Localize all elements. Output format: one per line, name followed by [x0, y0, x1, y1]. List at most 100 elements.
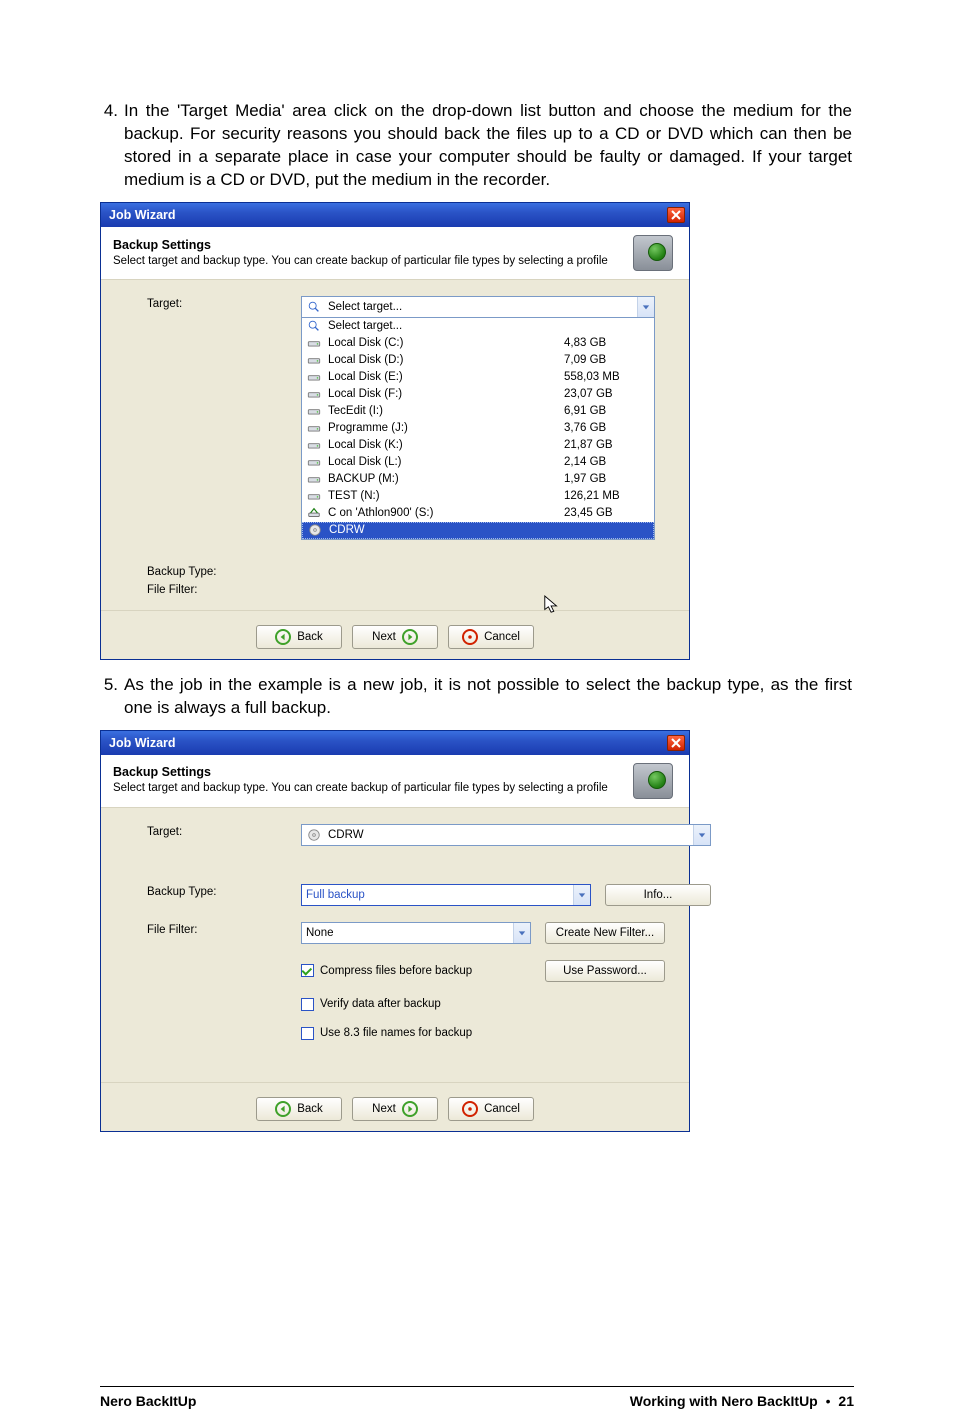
option-size: 7,09 GB [564, 354, 646, 366]
option-size: 2,14 GB [564, 456, 646, 468]
compress-label: Compress files before backup [320, 965, 472, 977]
backup-type-selected: Full backup [306, 889, 567, 901]
step-text: As the job in the example is a new job, … [124, 674, 854, 720]
drive-icon [306, 488, 322, 504]
option-name: Local Disk (D:) [328, 354, 558, 366]
target-option[interactable]: Local Disk (L:)2,14 GB [302, 454, 654, 471]
create-new-filter-button[interactable]: Create New Filter... [545, 922, 665, 944]
window-title: Job Wizard [109, 208, 176, 222]
step-text: In the 'Target Media' area click on the … [124, 100, 854, 192]
drive-icon [306, 403, 322, 419]
cd-icon [306, 827, 322, 843]
titlebar: Job Wizard [101, 731, 689, 755]
step-number: 4. [100, 100, 124, 121]
info-button[interactable]: Info... [605, 884, 711, 906]
arrow-right-icon [402, 1101, 418, 1117]
drive-icon [306, 471, 322, 487]
safe-icon [625, 761, 681, 801]
cancel-button[interactable]: Cancel [448, 1097, 534, 1121]
search-icon [306, 318, 322, 334]
stop-icon [462, 1101, 478, 1117]
drive-icon [306, 369, 322, 385]
file-filter-selected: None [306, 927, 507, 939]
target-option[interactable]: Select target... [302, 318, 654, 335]
target-option[interactable]: C on 'Athlon900' (S:) 23,45 GB [302, 505, 654, 522]
label-target: Target: [147, 824, 277, 846]
close-button[interactable] [667, 735, 685, 751]
banner-title: Backup Settings [113, 238, 625, 252]
back-button[interactable]: Back [256, 625, 342, 649]
file-filter-dropdown[interactable]: None [301, 922, 531, 944]
option-size: 23,07 GB [564, 388, 646, 400]
option-size: 126,21 MB [564, 490, 646, 502]
drive-icon [306, 335, 322, 351]
drive-icon [306, 420, 322, 436]
drive-icon [306, 386, 322, 402]
target-option[interactable]: Programme (J:) 3,76 GB [302, 420, 654, 437]
job-wizard-1: Job Wizard Backup Settings Select target… [100, 202, 690, 660]
names83-label: Use 8.3 file names for backup [320, 1027, 472, 1039]
chevron-down-icon[interactable] [513, 923, 530, 943]
option-size: 6,91 GB [564, 405, 646, 417]
next-button[interactable]: Next [352, 625, 438, 649]
step-4: 4. In the 'Target Media' area click on t… [100, 100, 854, 192]
arrow-left-icon [275, 1101, 291, 1117]
target-option[interactable]: Local Disk (K:)21,87 GB [302, 437, 654, 454]
label-backup-type: Backup Type: [147, 564, 277, 578]
button-row: Back Next Cancel [101, 1082, 689, 1131]
cancel-label: Cancel [484, 631, 520, 643]
stop-icon [462, 629, 478, 645]
names83-checkbox[interactable] [301, 1027, 314, 1040]
button-row: Back Next Cancel [101, 610, 689, 659]
option-name: TEST (N:) [328, 490, 558, 502]
next-label: Next [372, 1103, 396, 1115]
option-name: C on 'Athlon900' (S:) [328, 507, 558, 519]
target-option[interactable]: TEST (N:) 126,21 MB [302, 488, 654, 505]
titlebar: Job Wizard [101, 203, 689, 227]
option-size: 4,83 GB [564, 337, 646, 349]
option-name: CDRW [329, 524, 557, 536]
target-option[interactable]: BACKUP (M:)1,97 GB [302, 471, 654, 488]
label-file-filter: File Filter: [147, 582, 277, 596]
label-backup-type: Backup Type: [147, 884, 277, 906]
back-button[interactable]: Back [256, 1097, 342, 1121]
footer-left: Nero BackItUp [100, 1393, 196, 1409]
label-file-filter: File Filter: [147, 922, 277, 944]
compress-checkbox[interactable] [301, 964, 314, 977]
option-name: Local Disk (K:) [328, 439, 558, 451]
chevron-down-icon[interactable] [693, 825, 710, 845]
target-option[interactable]: Local Disk (F:)23,07 GB [302, 386, 654, 403]
backup-type-dropdown[interactable]: Full backup [301, 884, 591, 906]
verify-checkbox[interactable] [301, 998, 314, 1011]
chevron-down-icon[interactable] [573, 885, 590, 905]
banner-title: Backup Settings [113, 765, 625, 779]
option-size: 23,45 GB [564, 507, 646, 519]
banner-desc: Select target and backup type. You can c… [113, 254, 625, 268]
option-size: 3,76 GB [564, 422, 646, 434]
option-size: 558,03 MB [564, 371, 646, 383]
target-option[interactable]: CDRW [302, 522, 654, 539]
option-name: Programme (J:) [328, 422, 558, 434]
close-button[interactable] [667, 207, 685, 223]
next-label: Next [372, 631, 396, 643]
option-size: 1,97 GB [564, 473, 646, 485]
cd-icon [307, 522, 323, 538]
target-dropdown[interactable]: CDRW [301, 824, 711, 846]
use-password-button[interactable]: Use Password... [545, 960, 665, 982]
banner: Backup Settings Select target and backup… [101, 755, 689, 808]
chevron-down-icon[interactable] [637, 297, 654, 317]
target-dropdown-list[interactable]: Select target...Local Disk (C:)4,83 GBLo… [301, 317, 655, 540]
arrow-left-icon [275, 629, 291, 645]
target-option[interactable]: Local Disk (D:) 7,09 GB [302, 352, 654, 369]
target-option[interactable]: TecEdit (I:)6,91 GB [302, 403, 654, 420]
next-button[interactable]: Next [352, 1097, 438, 1121]
cancel-button[interactable]: Cancel [448, 625, 534, 649]
target-dropdown[interactable]: Select target... [301, 296, 655, 318]
target-option[interactable]: Local Disk (C:)4,83 GB [302, 335, 654, 352]
drive-icon [306, 437, 322, 453]
step-number: 5. [100, 674, 124, 695]
job-wizard-2: Job Wizard Backup Settings Select target… [100, 730, 690, 1132]
target-option[interactable]: Local Disk (E:)558,03 MB [302, 369, 654, 386]
footer-bullet: • [822, 1393, 835, 1409]
drive-icon [306, 352, 322, 368]
